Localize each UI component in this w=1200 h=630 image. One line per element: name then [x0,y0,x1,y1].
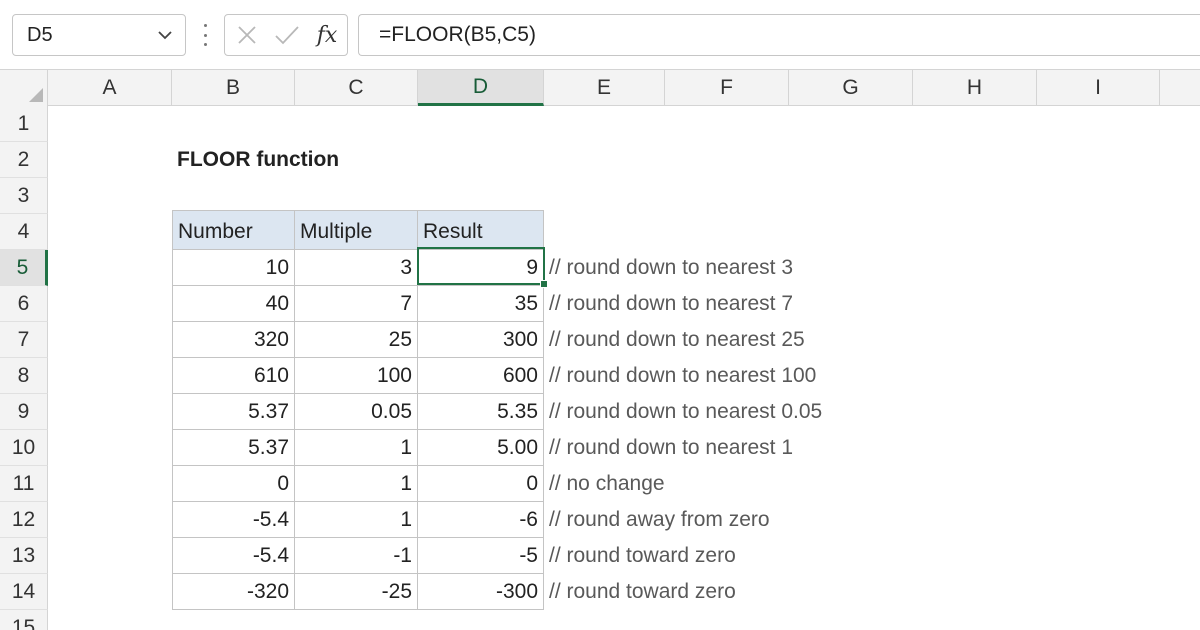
row-header-1[interactable]: 1 [0,106,48,142]
cell-multiple[interactable]: -25 [295,574,418,610]
header-result[interactable]: Result [418,210,544,250]
cell-comment[interactable]: // round down to nearest 100 [544,358,964,394]
column-header-e[interactable]: E [544,70,665,106]
cell-result[interactable]: -300 [418,574,544,610]
cell-comment[interactable]: // round down to nearest 7 [544,286,964,322]
row-header-6[interactable]: 6 [0,286,48,322]
row-header-13[interactable]: 13 [0,538,48,574]
enter-button[interactable] [269,15,305,55]
row-header-15[interactable]: 15 [0,610,48,630]
row-header-3[interactable]: 3 [0,178,48,214]
cell-comment[interactable]: // round toward zero [544,538,964,574]
chevron-down-icon[interactable] [157,27,173,43]
cell-number[interactable]: 320 [172,322,295,358]
row-header-2[interactable]: 2 [0,142,48,178]
cell-multiple[interactable]: 1 [295,502,418,538]
cell-comment[interactable]: // round toward zero [544,574,964,610]
cell-number[interactable]: 610 [172,358,295,394]
cell-multiple[interactable]: 0.05 [295,394,418,430]
header-number[interactable]: Number [172,210,295,250]
formula-buttons: fx [224,14,348,56]
cell-multiple[interactable]: 1 [295,466,418,502]
cell-multiple[interactable]: -1 [295,538,418,574]
cell-number[interactable]: 0 [172,466,295,502]
column-header-i[interactable]: I [1037,70,1160,106]
row-header-4[interactable]: 4 [0,214,48,250]
cell-number[interactable]: 5.37 [172,394,295,430]
row-header-8[interactable]: 8 [0,358,48,394]
cell-number[interactable]: -5.4 [172,538,295,574]
fx-icon: fx [316,22,338,48]
cell-multiple[interactable]: 100 [295,358,418,394]
formula-bar: D5 fx =FLOOR(B5,C5) [0,0,1200,70]
row-header-14[interactable]: 14 [0,574,48,610]
cell-multiple[interactable]: 25 [295,322,418,358]
cell-multiple[interactable]: 3 [295,250,418,286]
column-header-c[interactable]: C [295,70,418,106]
cell-number[interactable]: -320 [172,574,295,610]
cell-multiple[interactable]: 1 [295,430,418,466]
cell-number[interactable]: 10 [172,250,295,286]
cancel-button[interactable] [229,15,265,55]
select-all-button[interactable] [0,70,48,106]
row-header-10[interactable]: 10 [0,430,48,466]
x-icon [238,26,256,44]
column-header-g[interactable]: G [789,70,913,106]
header-multiple[interactable]: Multiple [295,210,418,250]
cell-comment[interactable]: // no change [544,466,964,502]
cell-result[interactable]: 300 [418,322,544,358]
cell-comment[interactable]: // round away from zero [544,502,964,538]
cell-result[interactable]: 5.35 [418,394,544,430]
cell-result[interactable]: 9 [418,250,544,286]
cell-result[interactable]: -6 [418,502,544,538]
name-box[interactable]: D5 [12,14,186,56]
cell-result[interactable]: -5 [418,538,544,574]
cell-result[interactable]: 35 [418,286,544,322]
sheet-title[interactable]: FLOOR function [172,142,472,178]
cell-result[interactable]: 5.00 [418,430,544,466]
spreadsheet-grid: A B C D E F G H I 1 2 3 4 5 6 7 8 9 10 1… [0,70,1200,630]
row-header-5[interactable]: 5 [0,250,48,286]
check-icon [275,26,299,45]
row-header-12[interactable]: 12 [0,502,48,538]
formula-input[interactable]: =FLOOR(B5,C5) [358,14,1200,56]
cell-comment[interactable]: // round down to nearest 3 [544,250,964,286]
insert-function-button[interactable]: fx [309,15,345,55]
row-header-7[interactable]: 7 [0,322,48,358]
row-header-11[interactable]: 11 [0,466,48,502]
column-header-a[interactable]: A [48,70,172,106]
cell-result[interactable]: 0 [418,466,544,502]
cell-result[interactable]: 600 [418,358,544,394]
cell-multiple[interactable]: 7 [295,286,418,322]
cell-number[interactable]: -5.4 [172,502,295,538]
cell-comment[interactable]: // round down to nearest 0.05 [544,394,964,430]
cell-number[interactable]: 40 [172,286,295,322]
column-header-f[interactable]: F [665,70,789,106]
formula-text: =FLOOR(B5,C5) [379,23,536,46]
row-header-9[interactable]: 9 [0,394,48,430]
more-options-icon[interactable] [198,20,212,50]
column-header-b[interactable]: B [172,70,295,106]
column-header-row: A B C D E F G H I [0,70,1200,106]
cell-number[interactable]: 5.37 [172,430,295,466]
cell-comment[interactable]: // round down to nearest 1 [544,430,964,466]
column-header-h[interactable]: H [913,70,1037,106]
cell-comment[interactable]: // round down to nearest 25 [544,322,964,358]
name-box-value: D5 [27,23,53,46]
column-header-d[interactable]: D [418,70,544,106]
